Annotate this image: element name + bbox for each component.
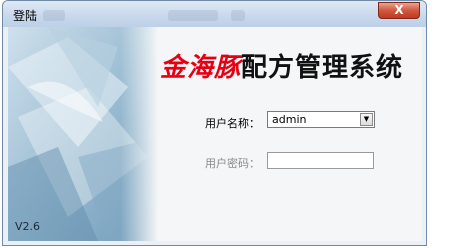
brand-name: 金海豚	[160, 53, 242, 83]
version-label: V2.6	[15, 220, 41, 233]
splash-artwork	[8, 27, 158, 241]
title-bar[interactable]: 登陆 X	[3, 1, 426, 27]
close-icon: X	[394, 3, 404, 17]
username-select[interactable]: admin ▼	[267, 111, 375, 128]
username-value: admin	[272, 113, 307, 126]
login-window: 登陆 X V2.6 金海豚配方管理系统 用户名称： admin ▼ 用户密码：	[2, 0, 427, 246]
window-title: 登陆	[13, 9, 38, 23]
app-title-rest: 配方管理系统	[241, 53, 404, 83]
titlebar-ghost	[168, 10, 218, 21]
titlebar-ghost	[43, 10, 65, 21]
username-label: 用户名称：	[205, 117, 260, 130]
client-area: V2.6 金海豚配方管理系统 用户名称： admin ▼ 用户密码：	[8, 27, 422, 241]
close-button[interactable]: X	[378, 2, 420, 19]
background-edge	[437, 0, 451, 248]
app-title: 金海豚配方管理系统	[160, 47, 403, 84]
password-input[interactable]	[267, 152, 374, 169]
password-label: 用户密码：	[205, 157, 260, 170]
chevron-down-icon[interactable]: ▼	[360, 113, 373, 126]
titlebar-ghost	[231, 10, 245, 21]
